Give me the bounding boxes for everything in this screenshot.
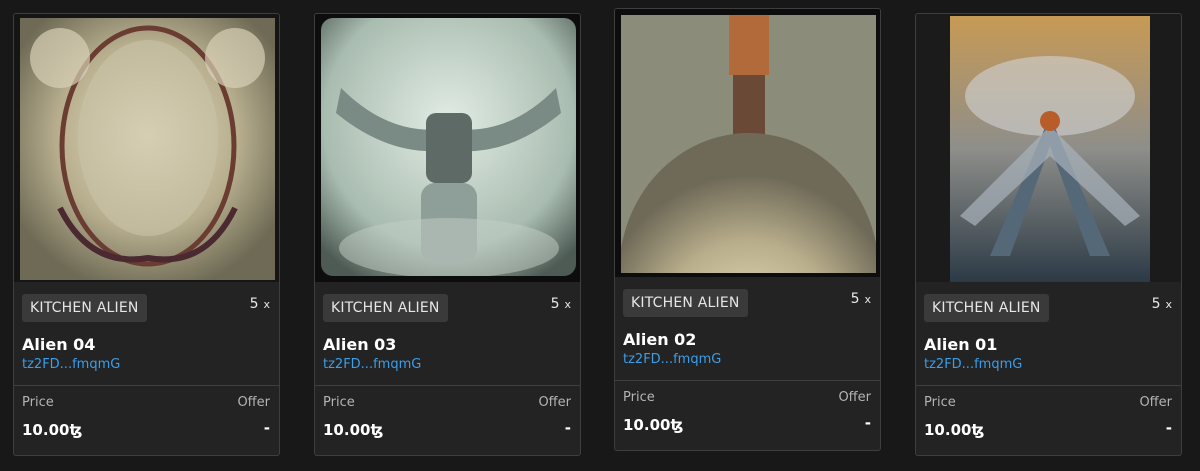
- nft-card[interactable]: KITCHEN ALIEN 5x Alien 02 tz2FD...fmqmG …: [614, 8, 881, 451]
- edition-count: 5x: [850, 291, 871, 307]
- collection-tag[interactable]: KITCHEN ALIEN: [22, 294, 147, 322]
- artwork-thumbnail[interactable]: [14, 14, 279, 282]
- offer-label: Offer: [1139, 395, 1172, 410]
- artwork-image: [321, 18, 576, 276]
- nft-card[interactable]: KITCHEN ALIEN 5x Alien 04 tz2FD...fmqmG …: [13, 13, 280, 456]
- offer-label: Offer: [838, 390, 871, 405]
- offer-value: -: [1165, 419, 1172, 437]
- artwork-thumbnail[interactable]: [615, 9, 880, 277]
- creator-link[interactable]: tz2FD...fmqmG: [22, 357, 271, 372]
- creator-link[interactable]: tz2FD...fmqmG: [323, 357, 572, 372]
- price-section: Price Offer 10.00ꜩ -: [14, 386, 279, 439]
- price-value: 10.00ꜩ: [623, 416, 684, 434]
- artwork-title[interactable]: Alien 03: [323, 335, 572, 354]
- price-section: Price Offer 10.00ꜩ -: [615, 381, 880, 434]
- offer-value: -: [564, 419, 571, 437]
- offer-label: Offer: [538, 395, 571, 410]
- price-label: Price: [22, 395, 54, 410]
- price-value: 10.00ꜩ: [323, 421, 384, 439]
- artwork-thumbnail[interactable]: [916, 14, 1181, 282]
- artwork-title[interactable]: Alien 01: [924, 335, 1173, 354]
- price-label: Price: [623, 390, 655, 405]
- price-section: Price Offer 10.00ꜩ -: [315, 386, 580, 439]
- edition-count: 5x: [249, 296, 270, 312]
- nft-card[interactable]: KITCHEN ALIEN 5x Alien 01 tz2FD...fmqmG …: [915, 13, 1182, 456]
- price-value: 10.00ꜩ: [924, 421, 985, 439]
- artwork-thumbnail[interactable]: [315, 14, 580, 282]
- collection-tag[interactable]: KITCHEN ALIEN: [623, 289, 748, 317]
- edition-count: 5x: [1151, 296, 1172, 312]
- nft-card[interactable]: KITCHEN ALIEN 5x Alien 03 tz2FD...fmqmG …: [314, 13, 581, 456]
- offer-value: -: [263, 419, 270, 437]
- artwork-image: [20, 18, 275, 280]
- creator-link[interactable]: tz2FD...fmqmG: [924, 357, 1173, 372]
- artwork-title[interactable]: Alien 04: [22, 335, 271, 354]
- price-section: Price Offer 10.00ꜩ -: [916, 386, 1181, 439]
- artwork-image: [621, 15, 876, 273]
- price-label: Price: [323, 395, 355, 410]
- price-label: Price: [924, 395, 956, 410]
- artwork-image: [950, 16, 1150, 282]
- creator-link[interactable]: tz2FD...fmqmG: [623, 352, 872, 367]
- offer-label: Offer: [237, 395, 270, 410]
- collection-tag[interactable]: KITCHEN ALIEN: [323, 294, 448, 322]
- edition-count: 5x: [550, 296, 571, 312]
- collection-tag[interactable]: KITCHEN ALIEN: [924, 294, 1049, 322]
- artwork-title[interactable]: Alien 02: [623, 330, 872, 349]
- price-value: 10.00ꜩ: [22, 421, 83, 439]
- offer-value: -: [864, 414, 871, 432]
